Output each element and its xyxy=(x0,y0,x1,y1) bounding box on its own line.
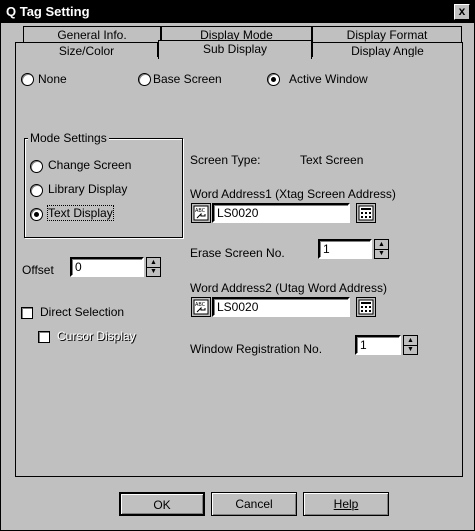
tab-display-format[interactable]: Display Format xyxy=(312,26,462,43)
radio-change-screen[interactable] xyxy=(30,160,43,173)
mode-settings-legend: Mode Settings xyxy=(28,131,109,145)
help-button[interactable]: Help xyxy=(303,492,389,516)
tab-general-info[interactable]: General Info. xyxy=(23,26,161,43)
address-input-icon[interactable]: ABC xyxy=(191,203,211,223)
window-title: Q Tag Setting xyxy=(6,4,90,19)
close-icon[interactable]: x xyxy=(454,4,470,20)
tab-sub-display[interactable]: Sub Display xyxy=(158,40,312,59)
radio-change-screen-label: Change Screen xyxy=(48,158,132,172)
offset-label: Offset xyxy=(22,263,54,277)
erase-screen-stepper[interactable]: ▲ ▼ xyxy=(374,239,389,259)
radio-none-label: None xyxy=(38,72,67,86)
radio-library-display[interactable] xyxy=(30,184,43,197)
direct-selection-label: Direct Selection xyxy=(40,305,125,319)
cancel-button[interactable]: Cancel xyxy=(211,492,297,516)
radio-base-screen[interactable] xyxy=(138,73,151,86)
ok-button[interactable]: OK xyxy=(119,492,205,516)
keypad-icon[interactable] xyxy=(356,203,376,223)
help-button-label: Help xyxy=(333,497,359,511)
erase-screen-input[interactable]: 1 xyxy=(318,239,372,259)
window-registration-input[interactable]: 1 xyxy=(355,335,401,355)
direct-selection-checkbox[interactable] xyxy=(21,307,33,319)
stepper-down-icon[interactable]: ▼ xyxy=(404,345,417,354)
radio-library-display-label: Library Display xyxy=(48,182,128,196)
radio-text-display-label: Text Display xyxy=(47,205,114,221)
svg-text:ABC: ABC xyxy=(195,302,206,308)
radio-active-window-label: Active Window xyxy=(289,72,368,86)
screen-type-label: Screen Type: xyxy=(190,153,261,167)
word-address1-label: Word Address1 (Xtag Screen Address) xyxy=(190,187,396,201)
title-bar[interactable]: Q Tag Setting x xyxy=(1,1,474,23)
cursor-display-label: Cursor Display xyxy=(57,329,136,343)
offset-input[interactable]: 0 xyxy=(70,257,144,277)
address-input-icon[interactable]: ABC xyxy=(191,297,211,317)
screen-type-value: Text Screen xyxy=(300,153,364,167)
keypad-icon[interactable] xyxy=(356,297,376,317)
radio-base-screen-label: Base Screen xyxy=(153,72,222,86)
window-registration-label: Window Registration No. xyxy=(190,342,323,356)
stepper-down-icon[interactable]: ▼ xyxy=(147,267,160,276)
cursor-display-checkbox[interactable] xyxy=(38,331,50,343)
word-address2-label: Word Address2 (Utag Word Address) xyxy=(190,281,387,295)
radio-active-window[interactable] xyxy=(267,73,280,86)
window-registration-stepper[interactable]: ▲ ▼ xyxy=(403,335,418,355)
word-address2-input[interactable]: LS0020 xyxy=(212,297,350,317)
word-address1-input[interactable]: LS0020 xyxy=(212,203,350,223)
svg-text:ABC: ABC xyxy=(195,208,206,214)
stepper-down-icon[interactable]: ▼ xyxy=(375,249,388,258)
radio-text-display[interactable] xyxy=(30,208,43,221)
radio-none[interactable] xyxy=(21,73,34,86)
erase-screen-label: Erase Screen No. xyxy=(190,246,285,260)
offset-stepper[interactable]: ▲ ▼ xyxy=(146,257,161,277)
q-tag-setting-dialog: Q Tag Setting x General Info. Display Mo… xyxy=(0,0,475,531)
sub-display-panel: None Base Screen Active Window Mode Sett… xyxy=(15,57,463,477)
